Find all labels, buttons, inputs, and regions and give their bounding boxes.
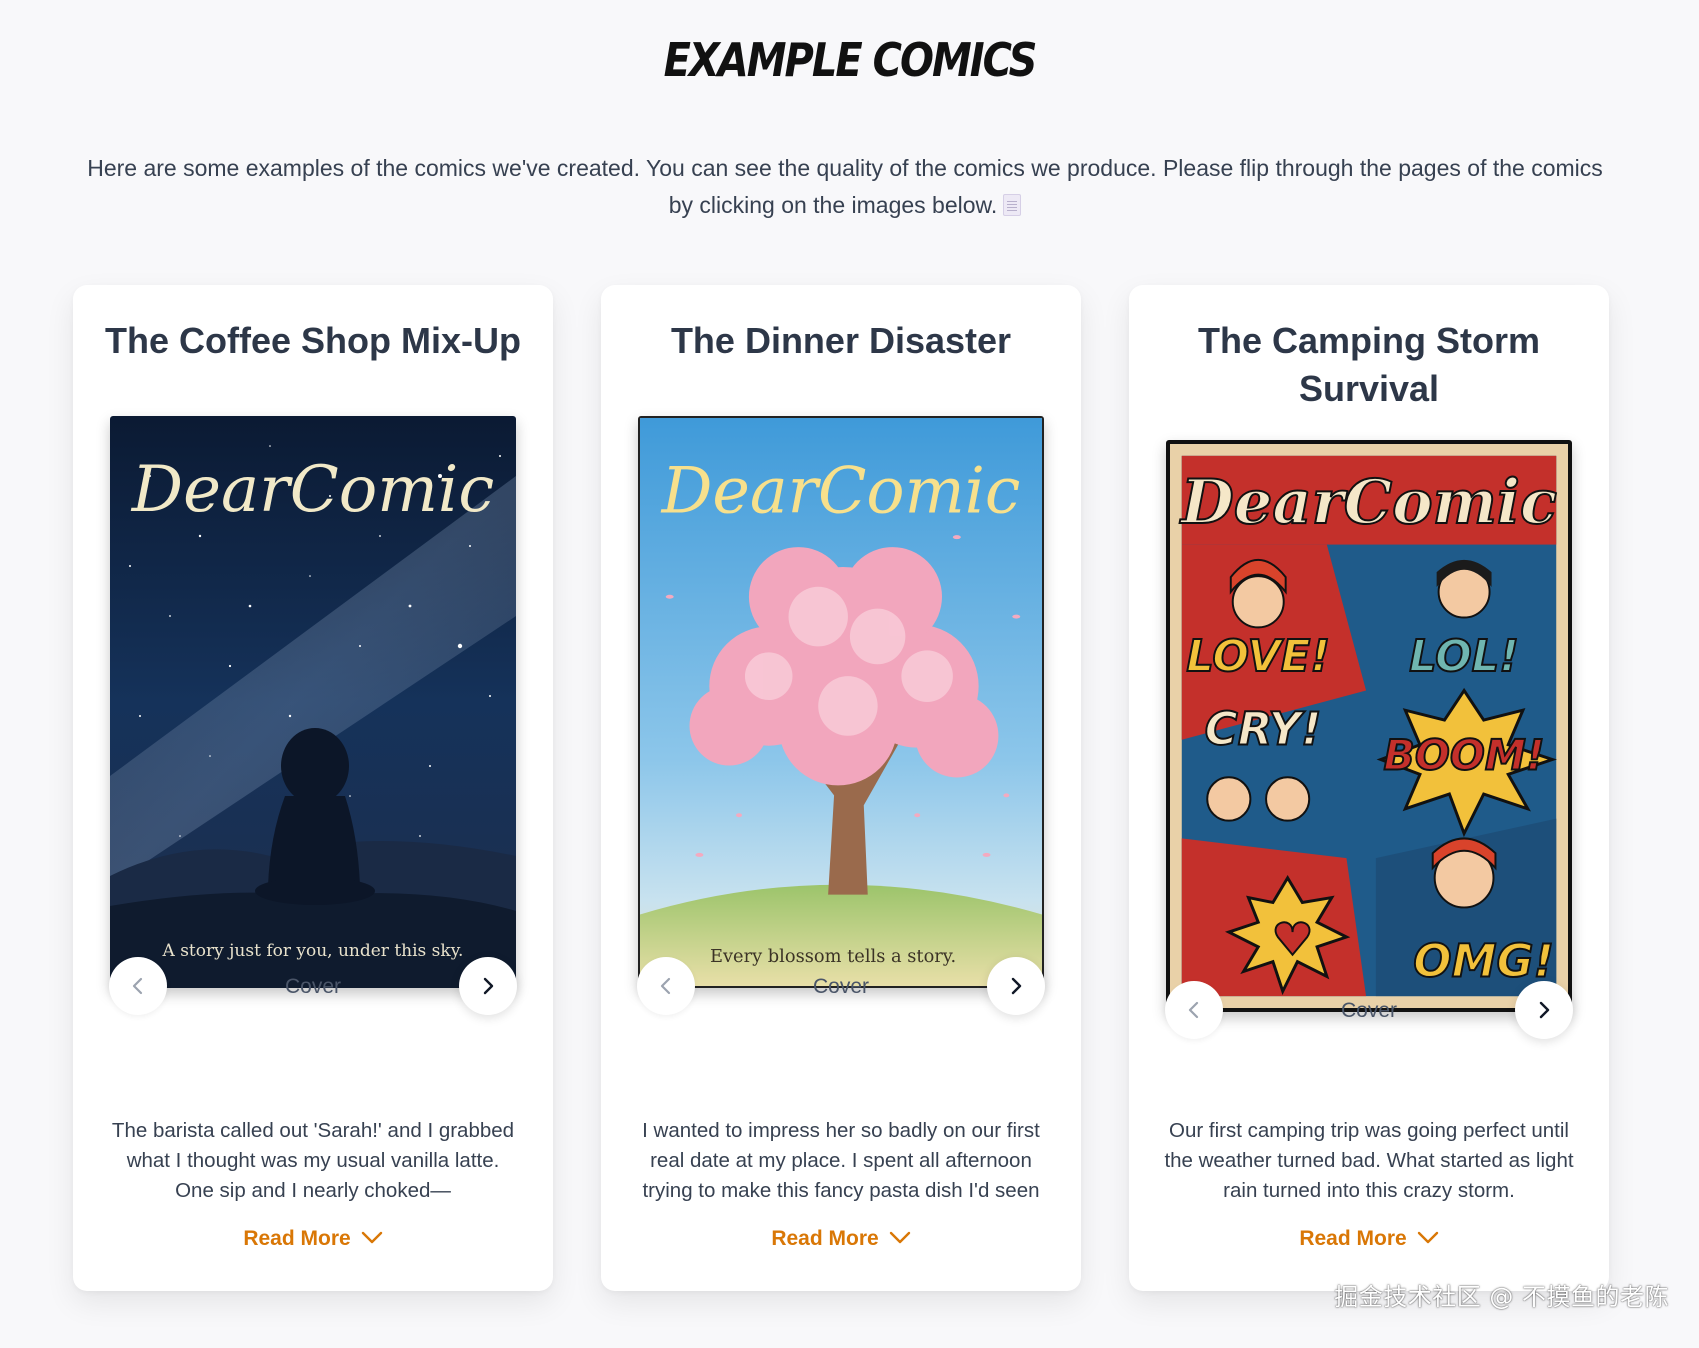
comic-cover-image[interactable]: DearComic A story just for you, under th…	[110, 416, 516, 988]
read-more-label: Read More	[1299, 1227, 1407, 1250]
cover-brand: DearComic	[131, 453, 494, 527]
cover-brand: DearComic	[661, 453, 1021, 527]
cover-word-lol: LOL!	[1409, 632, 1519, 682]
cherry-blossom-cover-illustration: DearComic Every blossom tells a story.	[640, 418, 1042, 986]
read-more-button[interactable]: Read More	[1129, 1227, 1609, 1251]
chevron-right-icon	[1539, 1001, 1550, 1019]
comic-card-dinner-disaster: The Dinner Disaster DearComic Every blos…	[601, 285, 1081, 1291]
document-icon	[1003, 194, 1022, 216]
read-more-button[interactable]: Read More	[601, 1227, 1081, 1251]
next-page-button[interactable]	[1515, 981, 1573, 1039]
chevron-down-icon	[889, 1231, 910, 1244]
chevron-down-icon	[361, 1231, 382, 1244]
cover-word-boom: BOOM!	[1384, 731, 1545, 779]
card-description: I wanted to impress her so badly on our …	[642, 1119, 1040, 1202]
intro-text: Here are some examples of the comics we'…	[80, 150, 1610, 224]
next-page-button[interactable]	[987, 957, 1045, 1015]
read-more-label: Read More	[771, 1227, 879, 1250]
chevron-down-icon	[1417, 1231, 1438, 1244]
card-title: The Dinner Disaster	[670, 320, 1012, 361]
cover-word-omg: OMG!	[1413, 934, 1554, 987]
cover-brand: DearComic	[1179, 467, 1557, 538]
read-more-button[interactable]: Read More	[73, 1227, 553, 1251]
next-page-button[interactable]	[459, 957, 517, 1015]
chevron-right-icon	[1011, 977, 1022, 995]
page-title: EXAMPLE COMICS	[663, 34, 1038, 88]
card-description: The barista called out 'Sarah!' and I gr…	[111, 1119, 515, 1202]
card-title: The Coffee Shop Mix-Up	[105, 320, 521, 361]
card-description: Our first camping trip was going perfect…	[1164, 1119, 1574, 1202]
pop-art-cover-illustration: DearComic LOVE! LOL! CRY! BOOM! OMG!	[1170, 444, 1568, 1008]
comic-cover-image[interactable]: DearComic Every blossom tells a story.	[638, 416, 1044, 988]
intro-text-content: Here are some examples of the comics we'…	[87, 155, 1603, 218]
watermark: 掘金技术社区 @ 不摸鱼的老陈	[1334, 1283, 1669, 1311]
chevron-right-icon	[483, 977, 494, 995]
comic-card-camping-storm: The Camping Storm Survival DearComic LOV…	[1129, 285, 1609, 1291]
night-sky-cover-illustration: DearComic A story just for you, under th…	[110, 416, 516, 988]
comic-cover-image[interactable]: DearComic LOVE! LOL! CRY! BOOM! OMG!	[1166, 440, 1572, 1012]
cover-word-cry: CRY!	[1205, 703, 1322, 756]
cover-word-love: LOVE!	[1186, 632, 1330, 682]
cover-tagline: A story just for you, under this sky.	[162, 941, 464, 961]
cover-tagline: Every blossom tells a story.	[710, 946, 956, 967]
card-title: The Camping Storm Survival	[1197, 320, 1541, 409]
read-more-label: Read More	[243, 1227, 351, 1250]
comic-card-coffee-shop: The Coffee Shop Mix-Up DearComic A story…	[73, 285, 553, 1291]
